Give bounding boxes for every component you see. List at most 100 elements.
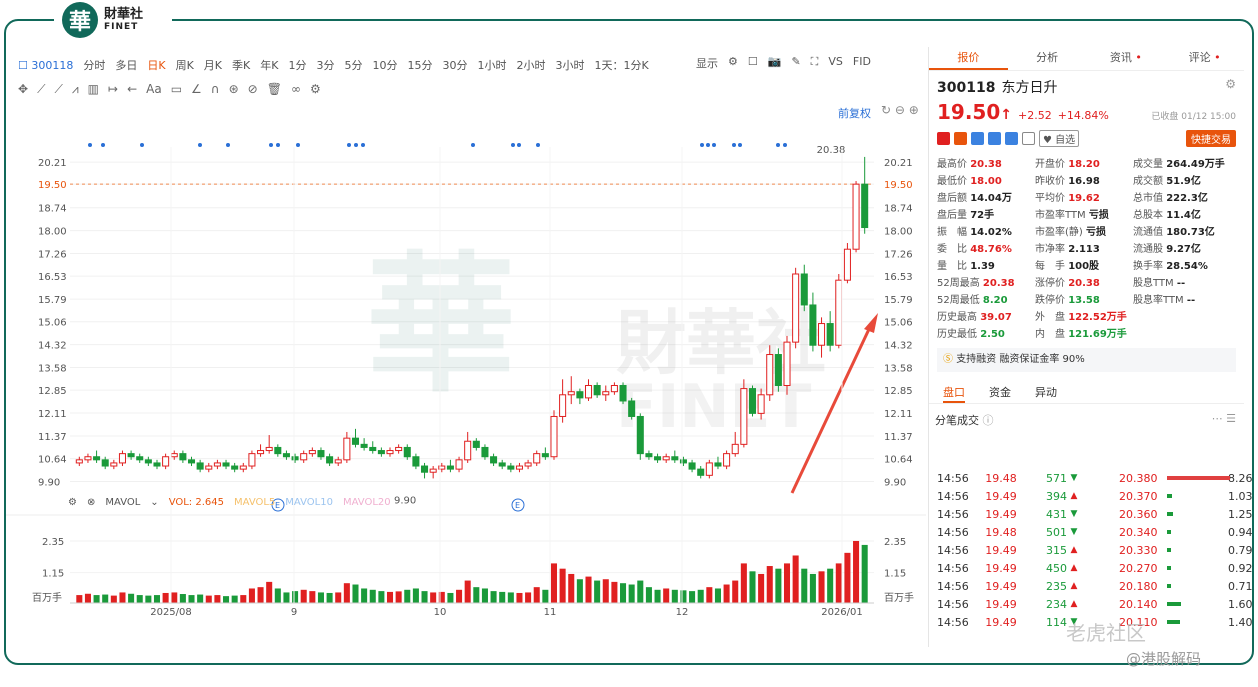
event-marker[interactable] [712, 143, 716, 147]
period-15[interactable]: 3小时 [555, 57, 584, 73]
event-marker[interactable] [738, 143, 742, 147]
period-11[interactable]: 15分 [407, 57, 432, 73]
quick-trade-button[interactable]: 快捷交易 [1186, 130, 1236, 147]
code-selector[interactable]: ☐ 300118 [18, 59, 73, 72]
draw-tool-13[interactable]: 🗑 [267, 82, 282, 96]
period-4[interactable]: 月K [204, 57, 222, 73]
tab-movement[interactable]: 异动 [1035, 384, 1057, 403]
fullscreen-icon[interactable]: ⛶ [811, 55, 819, 71]
period-10[interactable]: 10分 [372, 57, 397, 73]
period-13[interactable]: 1小时 [477, 57, 506, 73]
event-marker[interactable] [361, 143, 365, 147]
period-12[interactable]: 30分 [442, 57, 467, 73]
kline-chart[interactable]: 20.21 20.21 19.50 19.50 18.74 18.74 18.00 18.00… [6, 117, 926, 617]
draw-tool-7[interactable]: Aa [146, 82, 162, 96]
period-8[interactable]: 3分 [316, 57, 334, 73]
settings-icon[interactable]: ⚙ [68, 497, 77, 508]
draw-tool-1[interactable]: ⟋ [37, 82, 45, 97]
event-marker[interactable] [776, 143, 780, 147]
period-1[interactable]: 多日 [115, 57, 137, 73]
period-16[interactable]: 1天：1分K [594, 57, 648, 73]
draw-tool-12[interactable]: ⊘ [248, 82, 258, 96]
period-3[interactable]: 周K [176, 57, 194, 73]
pen-icon[interactable]: ✎ [791, 55, 800, 71]
mavol-name[interactable]: MAVOL [105, 497, 140, 508]
event-marker[interactable] [101, 143, 105, 147]
draw-tool-14[interactable]: ∞ [291, 82, 301, 96]
event-marker[interactable] [706, 143, 710, 147]
tab-funds[interactable]: 资金 [989, 384, 1011, 403]
candle-body [498, 462, 506, 467]
volume-bar [197, 594, 204, 603]
trade-row: 14:56 19.48 571 ▼ [937, 471, 1078, 485]
zoom-controls[interactable]: ↻ ⊖ ⊕ [881, 103, 919, 117]
event-marker[interactable] [354, 143, 358, 147]
stat-cell: 昨收价 16.98 [1035, 176, 1100, 187]
event-marker[interactable] [296, 143, 300, 147]
draw-tool-2[interactable]: ⟋ [54, 82, 62, 97]
event-marker[interactable] [471, 143, 475, 147]
volume-bar [550, 563, 558, 603]
period-2[interactable]: 日K [147, 57, 165, 73]
period-14[interactable]: 2小时 [516, 57, 545, 73]
display-menu[interactable]: 显示 [696, 55, 718, 71]
event-marker[interactable] [276, 143, 280, 147]
chevron-down-icon[interactable]: ⌄ [150, 497, 158, 508]
event-marker[interactable] [269, 143, 273, 147]
stat-cell: 市净率 2.113 [1035, 244, 1100, 255]
period-toolbar: ☐ 300118 分时 多日 日K 周K 月K 季K 年K 1分 3分 5分 10分 15分 30分 1小时… [18, 55, 659, 75]
candle-body [248, 453, 256, 467]
draw-tool-4[interactable]: ▥ [88, 82, 99, 96]
draw-tool-11[interactable]: ⊛ [229, 82, 239, 96]
tab-quote[interactable]: 报价 [929, 47, 1008, 70]
volume-bar [361, 588, 368, 603]
draw-tool-3[interactable]: ⩘ [72, 82, 79, 97]
event-marker[interactable] [700, 143, 704, 147]
period-6[interactable]: 年K [260, 57, 278, 73]
draw-tool-9[interactable]: ∠ [191, 82, 202, 96]
volume-bar [714, 588, 721, 603]
vs-button[interactable]: VS [828, 55, 843, 71]
camera-icon[interactable]: 📷 [768, 55, 782, 71]
event-marker[interactable] [517, 143, 521, 147]
event-marker[interactable] [536, 143, 540, 147]
event-marker[interactable] [732, 143, 736, 147]
watchlist-button[interactable]: ♥ 自选 [1039, 130, 1080, 147]
volume-bar [119, 592, 126, 603]
event-marker[interactable] [198, 143, 202, 147]
stat-cell: 流通股 9.27亿 [1133, 244, 1201, 255]
more-icon[interactable]: ⋯ ☰ [1212, 412, 1236, 425]
draw-tool-8[interactable]: ▭ [171, 82, 182, 96]
candle-body [343, 437, 351, 461]
draw-tool-6[interactable]: ← [127, 82, 137, 96]
event-marker[interactable] [347, 143, 351, 147]
candle-body [619, 384, 627, 402]
tab-news[interactable]: 资讯 • [1087, 47, 1166, 70]
period-7[interactable]: 1分 [288, 57, 306, 73]
fid-button[interactable]: FID [853, 55, 871, 71]
period-0[interactable]: 分时 [83, 57, 105, 73]
event-marker[interactable] [226, 143, 230, 147]
tab-orderbook[interactable]: 盘口 [943, 384, 965, 403]
gear-icon[interactable]: ⚙ [728, 55, 738, 71]
volume-bar [93, 595, 100, 603]
period-9[interactable]: 5分 [344, 57, 362, 73]
event-marker[interactable] [88, 143, 92, 147]
period-5[interactable]: 季K [232, 57, 250, 73]
tab-comments[interactable]: 评论 • [1165, 47, 1244, 70]
draw-tool-15[interactable]: ⚙ [310, 82, 321, 96]
draw-tool-0[interactable]: ✥ [18, 82, 28, 96]
tab-analysis[interactable]: 分析 [1008, 47, 1087, 70]
y-tick-left: 19.50 [38, 180, 67, 191]
close-icon[interactable]: ⊗ [87, 497, 95, 508]
volume-bar [464, 580, 471, 603]
draw-tool-5[interactable]: ↦ [108, 82, 118, 96]
candle-body [162, 456, 170, 467]
checkbox-icon[interactable]: ☐ [748, 55, 758, 71]
draw-tool-10[interactable]: ∩ [211, 82, 220, 96]
event-marker[interactable] [783, 143, 787, 147]
event-marker[interactable] [140, 143, 144, 147]
stat-cell: 盘后额 14.04万 [937, 193, 1012, 204]
event-marker[interactable] [511, 143, 515, 147]
settings-icon[interactable]: ⚙ [1225, 77, 1236, 91]
